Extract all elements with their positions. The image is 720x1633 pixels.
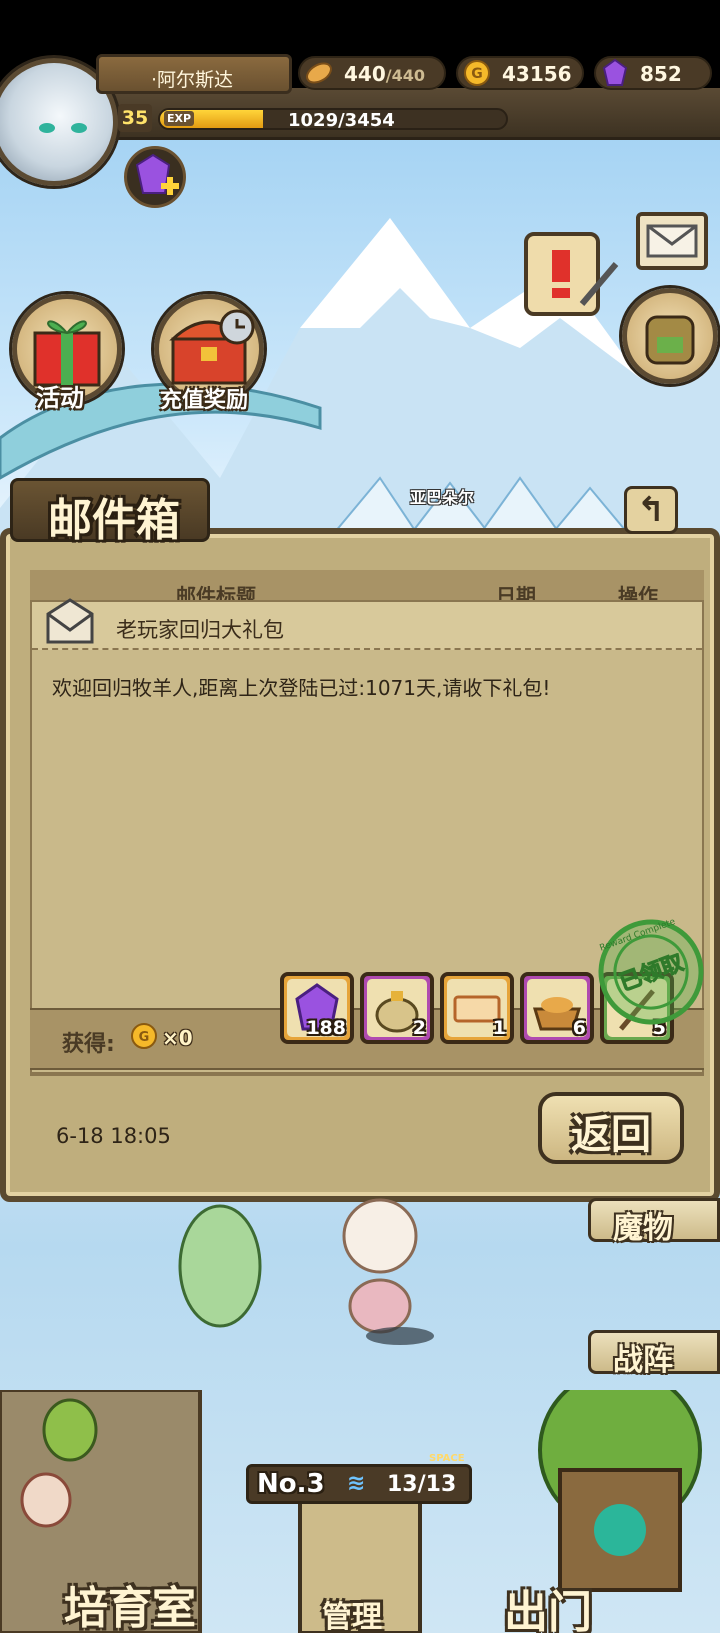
mailbox-frame: 邮件标题 日期 操作 老玩家回归大礼包 欢迎回归牧羊人,距离上次登陆已过:107… <box>0 528 720 1202</box>
coin-reward-count: ×0 <box>162 1026 193 1050</box>
space-label: SPACE <box>429 1453 465 1464</box>
gold-coin-icon: G <box>464 60 490 86</box>
recharge-reward-label: 充值奖励 <box>160 388 249 413</box>
bread-max: /440 <box>385 66 425 85</box>
return-button[interactable]: 返回 <box>538 1092 684 1164</box>
nursery-button[interactable]: 培育室 <box>64 1572 196 1633</box>
bread-counter[interactable]: 440/440 <box>298 56 446 90</box>
mail-envelope-icon <box>46 598 94 644</box>
reward-count: 6 <box>572 1017 586 1039</box>
return-label: 返回 <box>571 1111 651 1158</box>
monster-tab-label: 魔物 <box>613 1211 673 1246</box>
reward-slot[interactable]: 2 <box>360 972 434 1044</box>
monster-tab[interactable]: 魔物 <box>588 1198 720 1246</box>
exp-bar: EXP 1029/3454 <box>158 108 508 130</box>
room-capacity-counter: No.3 ≋ 13/13 SPACE <box>246 1453 472 1504</box>
bread-icon <box>306 62 332 84</box>
manage-label: 管理 <box>322 1600 382 1633</box>
svg-text:G: G <box>139 1030 150 1045</box>
gem-counter[interactable]: 852 <box>594 56 712 90</box>
quest-scroll-button[interactable] <box>512 224 622 324</box>
exp-value: 1029/3454 <box>288 110 395 130</box>
mail-button[interactable] <box>636 212 708 270</box>
go-out-label: 出门 <box>504 1587 592 1633</box>
back-arrow-button[interactable]: ↰ <box>624 486 678 534</box>
back-arrow-icon: ↰ <box>636 490 666 530</box>
gold-counter[interactable]: G 43156 <box>456 56 584 90</box>
reward-slot[interactable]: 1 <box>440 972 514 1044</box>
room-number: No.3 <box>257 1469 325 1499</box>
player-level: 35 <box>118 104 152 132</box>
svg-text:G: G <box>471 66 483 82</box>
manage-button[interactable]: 管理 <box>322 1592 382 1633</box>
nursery-label: 培育室 <box>64 1583 196 1633</box>
gold-coin-icon: G <box>131 1023 157 1049</box>
capacity-icon: ≋ <box>347 1471 366 1496</box>
obtain-label: 获得: <box>62 1032 115 1057</box>
purple-gem-icon <box>602 59 628 86</box>
reward-count: 2 <box>412 1017 426 1039</box>
formation-tab[interactable]: 战阵 <box>588 1330 720 1378</box>
gem-value: 852 <box>640 62 682 86</box>
mail-message: 欢迎回归牧羊人,距离上次登陆已过:1071天,请收下礼包! <box>52 676 551 700</box>
reward-count: 188 <box>306 1017 346 1039</box>
activity-label: 活动 <box>36 384 84 412</box>
formation-tab-label: 战阵 <box>613 1343 673 1378</box>
mailbox-panel: 邮件标题 日期 操作 老玩家回归大礼包 欢迎回归牧羊人,距离上次登陆已过:107… <box>0 478 720 1202</box>
gem-plus-icon <box>135 153 179 195</box>
buy-gems-button[interactable] <box>124 146 186 208</box>
mail-footer: 6-18 18:05 返回 <box>30 1074 704 1178</box>
player-name: ·阿尔斯达 <box>151 69 234 91</box>
room-capacity: 13/13 <box>387 1472 457 1497</box>
mail-subject-row: 老玩家回归大礼包 <box>32 598 702 650</box>
backpack-button[interactable] <box>622 288 718 384</box>
mail-column-header: 邮件标题 日期 操作 <box>30 570 704 604</box>
mailbox-title: 邮件箱 <box>48 495 180 546</box>
exp-label: EXP <box>164 111 195 126</box>
envelope-icon <box>646 224 698 258</box>
player-name-plate: ·阿尔斯达 <box>96 54 292 94</box>
reward-count: 1 <box>492 1017 506 1039</box>
gold-value: 43156 <box>502 62 572 86</box>
reward-slot[interactable]: 188 <box>280 972 354 1044</box>
bread-value: 440 <box>344 62 386 86</box>
backpack-icon <box>645 315 695 365</box>
mail-subject: 老玩家回归大礼包 <box>116 618 284 642</box>
monster-characters <box>178 1198 434 1345</box>
mail-date: 6-18 18:05 <box>56 1124 171 1148</box>
reward-slot[interactable]: 6 <box>520 972 594 1044</box>
go-out-button[interactable]: 出门 <box>504 1576 592 1633</box>
